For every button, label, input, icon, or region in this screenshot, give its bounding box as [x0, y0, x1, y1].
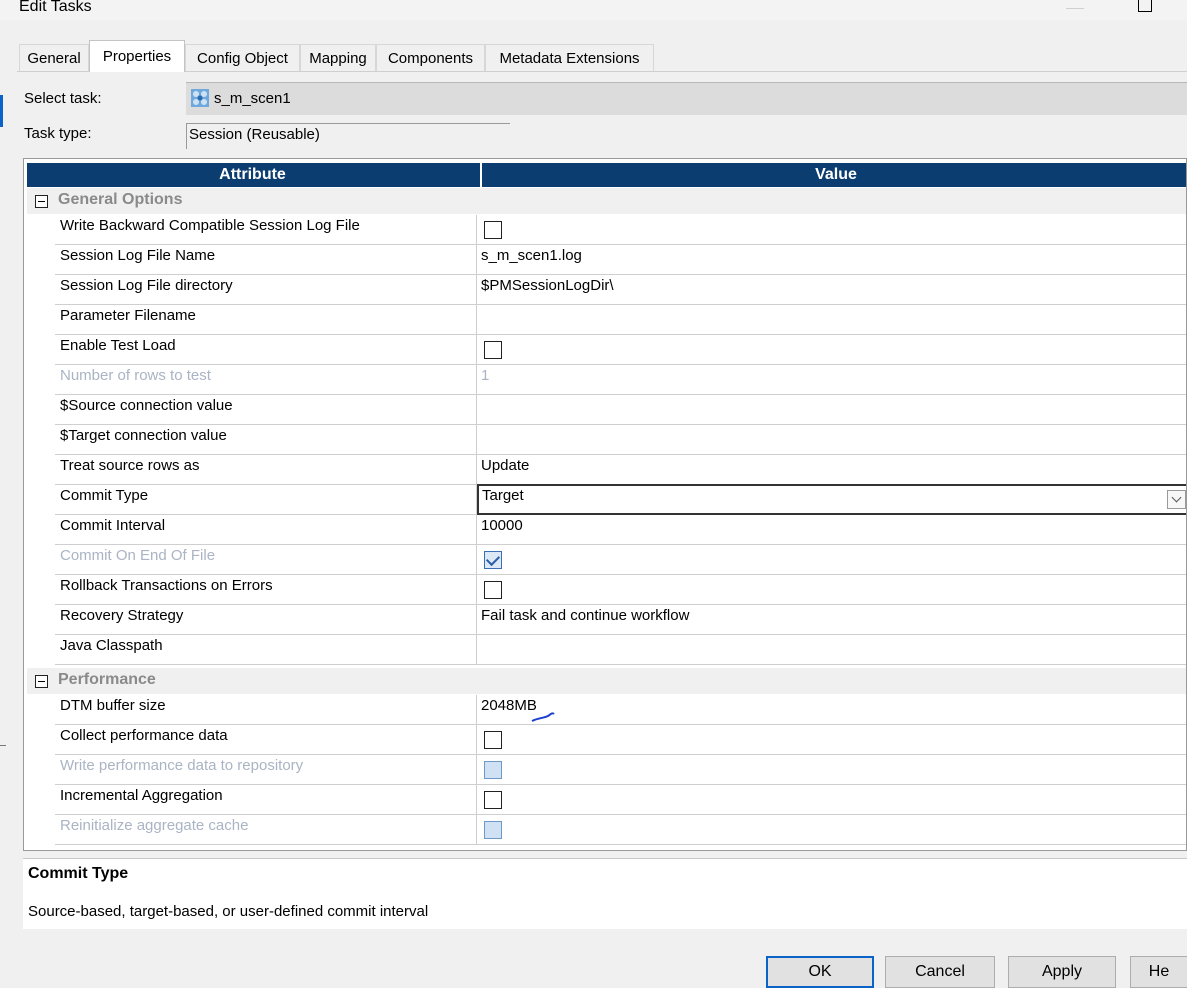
select-task-value: s_m_scen1 [214, 90, 291, 107]
table-row[interactable]: $Target connection value [55, 425, 1186, 455]
attribute-label: Recovery Strategy [55, 605, 477, 634]
table-row[interactable]: DTM buffer size 2048MB [55, 695, 1186, 725]
checkbox[interactable] [484, 731, 502, 749]
attribute-label: $Source connection value [55, 395, 477, 424]
tab-properties[interactable]: Properties [89, 40, 185, 72]
value-column-header[interactable]: Value [480, 163, 1186, 187]
attribute-label: Number of rows to test [55, 365, 477, 394]
checkbox[interactable] [484, 581, 502, 599]
chevron-down-icon[interactable] [1167, 490, 1186, 509]
attribute-label: Enable Test Load [55, 335, 477, 364]
attribute-label: Write performance data to repository [55, 755, 477, 784]
attribute-label: Incremental Aggregation [55, 785, 477, 814]
background-window-edge [0, 95, 3, 127]
value-cell[interactable]: $PMSessionLogDir\ [481, 277, 614, 294]
attribute-label: Session Log File Name [55, 245, 477, 274]
cancel-button[interactable]: Cancel [885, 956, 995, 988]
background-window-line [0, 745, 6, 746]
attribute-label: $Target connection value [55, 425, 477, 454]
value-cell: 1 [481, 367, 490, 384]
attribute-label: Parameter Filename [55, 305, 477, 334]
grid-header: Attribute Value [27, 163, 1186, 187]
select-task-label: Select task: [24, 90, 102, 107]
attribute-label: Write Backward Compatible Session Log Fi… [55, 215, 477, 244]
table-row[interactable]: Parameter Filename [55, 305, 1186, 335]
window-title: Edit Tasks [19, 0, 92, 15]
tab-general[interactable]: General [19, 44, 89, 71]
minimize-icon[interactable] [1066, 8, 1084, 9]
task-type-value: Session (Reusable) [189, 126, 320, 143]
table-row[interactable]: Treat source rows as Update [55, 455, 1186, 485]
attribute-label: Session Log File directory [55, 275, 477, 304]
table-row: Reinitialize aggregate cache [55, 815, 1186, 845]
tab-config-object[interactable]: Config Object [185, 44, 300, 71]
collapse-icon[interactable] [35, 195, 48, 208]
value-cell[interactable]: Fail task and continue workflow [481, 607, 689, 624]
value-cell[interactable]: Update [481, 457, 529, 474]
tab-metadata-extensions[interactable]: Metadata Extensions [485, 44, 654, 71]
session-icon [191, 89, 209, 107]
table-row[interactable]: Session Log File Name s_m_scen1.log [55, 245, 1186, 275]
tab-mapping[interactable]: Mapping [300, 44, 376, 71]
attribute-label: Collect performance data [55, 725, 477, 754]
collapse-icon[interactable] [35, 675, 48, 688]
value-cell[interactable]: 2048MB [481, 697, 537, 714]
ok-button[interactable]: OK [766, 956, 874, 988]
group-general-options[interactable]: General Options [27, 188, 1186, 214]
table-row[interactable]: Collect performance data [55, 725, 1186, 755]
attribute-column-header[interactable]: Attribute [27, 163, 478, 187]
checkbox-disabled [484, 821, 502, 839]
pen-annotation-scribble [531, 712, 555, 722]
checkbox[interactable] [484, 221, 502, 239]
help-button[interactable]: He [1130, 956, 1187, 988]
value-cell[interactable]: s_m_scen1.log [481, 247, 582, 264]
table-row: Commit On End Of File [55, 545, 1186, 575]
checkbox-checked [484, 551, 502, 569]
tab-components[interactable]: Components [376, 44, 485, 71]
table-row[interactable]: Write Backward Compatible Session Log Fi… [55, 215, 1186, 245]
group-label: Performance [58, 671, 156, 688]
maximize-icon[interactable] [1138, 0, 1152, 12]
task-type-border-left [186, 123, 187, 149]
description-title: Commit Type [28, 865, 129, 882]
table-row: Write performance data to repository [55, 755, 1186, 785]
description-pane: Commit Type Source-based, target-based, … [23, 858, 1187, 929]
table-row[interactable]: $Source connection value [55, 395, 1186, 425]
attribute-label: Treat source rows as [55, 455, 477, 484]
attribute-label: Commit Type [55, 485, 477, 514]
table-row[interactable]: Commit Interval 10000 [55, 515, 1186, 545]
table-row[interactable]: Incremental Aggregation [55, 785, 1186, 815]
attribute-label: Java Classpath [55, 635, 477, 664]
commit-type-dropdown[interactable]: Target [477, 484, 1186, 515]
dropdown-value: Target [482, 487, 524, 504]
table-row[interactable]: Session Log File directory $PMSessionLog… [55, 275, 1186, 305]
description-text: Source-based, target-based, or user-defi… [28, 903, 429, 920]
checkbox[interactable] [484, 791, 502, 809]
title-bar: Edit Tasks [0, 0, 1187, 20]
attribute-label: Reinitialize aggregate cache [55, 815, 477, 844]
table-row: Number of rows to test 1 [55, 365, 1186, 395]
apply-button[interactable]: Apply [1008, 956, 1116, 988]
checkbox[interactable] [484, 341, 502, 359]
checkbox-disabled [484, 761, 502, 779]
table-row[interactable]: Recovery Strategy Fail task and continue… [55, 605, 1186, 635]
table-row[interactable]: Rollback Transactions on Errors [55, 575, 1186, 605]
attribute-label: DTM buffer size [55, 695, 477, 724]
attribute-label: Commit On End Of File [55, 545, 477, 574]
task-type-border [186, 123, 510, 124]
properties-grid[interactable]: Attribute Value General Options Write Ba… [23, 158, 1187, 851]
task-type-label: Task type: [24, 125, 92, 142]
table-row-selected[interactable]: Commit Type Target [55, 484, 1186, 515]
group-label: General Options [58, 191, 183, 208]
group-performance[interactable]: Performance [27, 668, 1186, 694]
attribute-label: Rollback Transactions on Errors [55, 575, 477, 604]
tab-divider [17, 71, 1187, 72]
table-row[interactable]: Enable Test Load [55, 335, 1186, 365]
table-row[interactable]: Java Classpath [55, 635, 1186, 665]
attribute-label: Commit Interval [55, 515, 477, 544]
select-task-field[interactable]: s_m_scen1 [186, 82, 1187, 115]
value-cell[interactable]: 10000 [481, 517, 523, 534]
